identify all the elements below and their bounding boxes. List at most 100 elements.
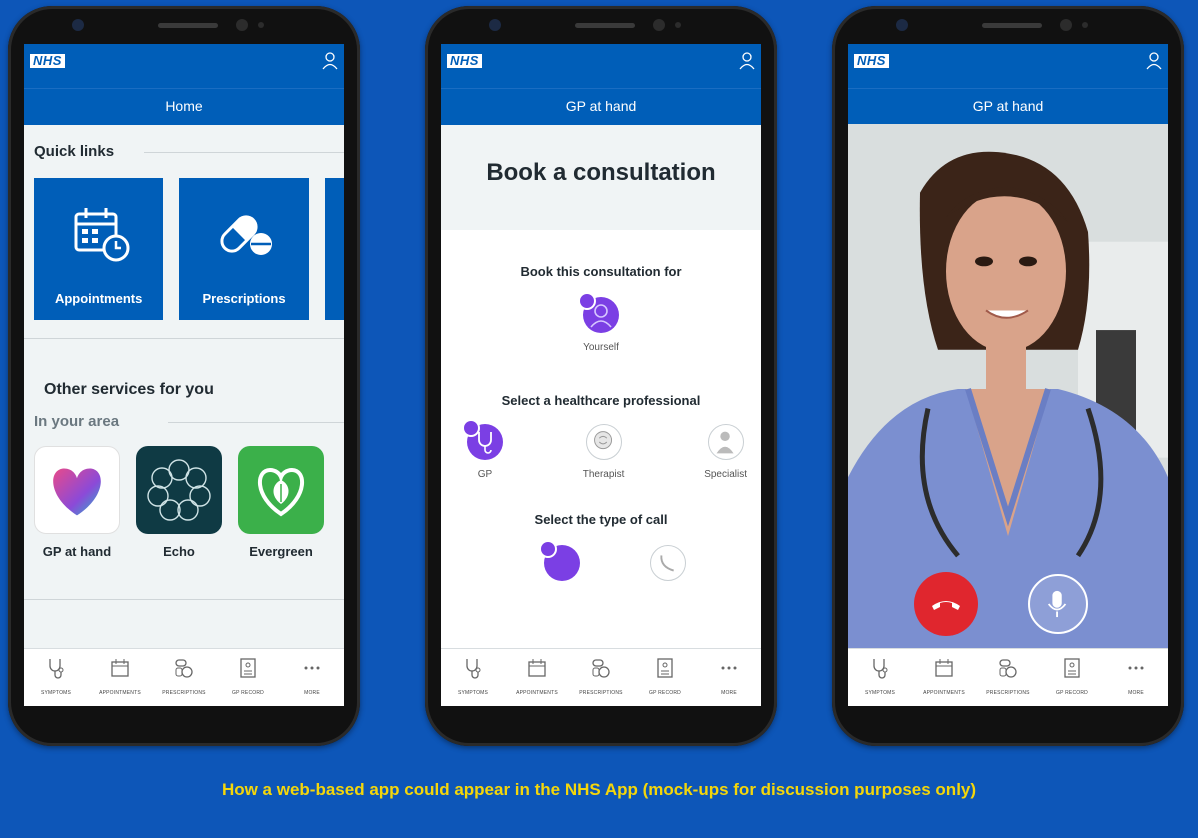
app-evergreen[interactable]: Evergreen — [238, 446, 324, 559]
nav-prescriptions[interactable]: PRESCRIPTIONS — [154, 657, 214, 696]
option-label: Specialist — [704, 469, 747, 480]
nav-more[interactable]: MORE — [1106, 657, 1166, 696]
pills-icon — [220, 215, 273, 255]
phone-icon — [660, 555, 674, 572]
phone-book-consultation: NHS GP at hand Book a consultation Book … — [425, 6, 777, 746]
app-label: GP at hand — [42, 544, 112, 559]
booking-card: Book this consultation for Yourself Sele… — [441, 230, 761, 648]
nav-prescriptions[interactable]: PRESCRIPTIONS — [571, 657, 631, 696]
more-quick-link-tile[interactable] — [324, 178, 344, 320]
nav-label: SYMPTOMS — [457, 690, 489, 696]
divider — [24, 599, 344, 600]
nav-gp-record[interactable]: GP RECORD — [218, 657, 278, 696]
nhs-logo: NHS — [854, 54, 889, 68]
bottom-nav: SYMPTOMS APPOINTMENTS PRESCRIPTIONS GP R… — [24, 648, 344, 706]
camera — [896, 19, 908, 31]
calendar-icon — [935, 659, 953, 677]
nav-more[interactable]: MORE — [699, 657, 759, 696]
end-call-button[interactable] — [914, 572, 978, 636]
nav-symptoms[interactable]: SYMPTOMS — [443, 657, 503, 696]
user-icon[interactable] — [1146, 52, 1162, 70]
gp-at-hand-logo — [34, 446, 120, 534]
nav-gp-record[interactable]: GP RECORD — [1042, 657, 1102, 696]
nav-appointments[interactable]: APPOINTMENTS — [507, 657, 567, 696]
nav-label: MORE — [721, 690, 737, 696]
prescriptions-tile[interactable]: Prescriptions — [179, 178, 309, 320]
phone-call-option[interactable] — [650, 545, 686, 581]
stethoscope-icon — [873, 659, 888, 679]
check-icon — [578, 292, 596, 310]
app-header: NHS — [441, 44, 761, 88]
brain-icon — [593, 431, 612, 450]
app-list: GP at hand Echo Evergreen — [34, 446, 344, 559]
echo-ring-icon — [147, 459, 211, 521]
appointments-tile[interactable]: Appointments — [34, 178, 164, 320]
nav-label: SYMPTOMS — [864, 690, 896, 696]
phone-home: NHS Home Quick links Appointments Prescr… — [8, 6, 360, 746]
option-label: Yourself — [583, 342, 619, 353]
video-call-option[interactable] — [539, 540, 580, 581]
more-icon — [721, 666, 737, 670]
nav-label: MORE — [1128, 690, 1144, 696]
bottom-nav: SYMPTOMS APPOINTMENTS PRESCRIPTIONS GP R… — [848, 648, 1168, 706]
nav-label: MORE — [304, 690, 320, 696]
option-gp[interactable]: GP — [462, 419, 503, 480]
pills-icon — [175, 659, 193, 678]
nav-symptoms[interactable]: SYMPTOMS — [850, 657, 910, 696]
page-title: GP at hand — [441, 88, 761, 125]
user-icon[interactable] — [739, 52, 755, 70]
screen: NHS GP at hand SYMPTOMS APPOINTMENTS PRE… — [848, 44, 1168, 706]
nav-label: PRESCRIPTIONS — [986, 690, 1030, 696]
quick-links-label: Quick links — [34, 143, 115, 160]
leaf-heart-icon — [257, 467, 305, 517]
nav-more[interactable]: MORE — [282, 657, 342, 696]
pills-icon — [999, 659, 1017, 678]
bottom-nav: SYMPTOMS APPOINTMENTS PRESCRIPTIONS GP R… — [441, 648, 761, 706]
option-specialist[interactable]: Specialist — [704, 424, 747, 480]
mute-button[interactable] — [1028, 574, 1088, 634]
option-yourself[interactable]: Yourself — [441, 292, 761, 353]
option-label: Therapist — [582, 469, 625, 480]
divider — [24, 338, 344, 339]
nav-label: APPOINTMENTS — [923, 690, 965, 696]
stethoscope-icon — [466, 659, 481, 679]
heart-icon — [53, 468, 101, 516]
nav-gp-record[interactable]: GP RECORD — [635, 657, 695, 696]
camera — [489, 19, 501, 31]
nav-label: PRESCRIPTIONS — [162, 690, 206, 696]
record-icon — [657, 658, 673, 678]
calendar-icon — [111, 659, 129, 677]
nav-appointments[interactable]: APPOINTMENTS — [914, 657, 974, 696]
option-therapist[interactable]: Therapist — [582, 424, 625, 480]
app-header: NHS — [848, 44, 1168, 88]
caption: How a web-based app could appear in the … — [221, 780, 977, 799]
sensor — [1060, 19, 1072, 31]
nav-label: APPOINTMENTS — [516, 690, 558, 696]
nav-prescriptions[interactable]: PRESCRIPTIONS — [978, 657, 1038, 696]
app-label: Echo — [163, 544, 195, 559]
nav-label: GP RECORD — [232, 690, 264, 696]
sensor — [653, 19, 665, 31]
record-icon — [1064, 658, 1080, 678]
nav-symptoms[interactable]: SYMPTOMS — [26, 657, 86, 696]
phone-top-bezel — [8, 6, 360, 44]
page-title: Home — [24, 88, 344, 125]
phone-top-bezel — [425, 6, 777, 44]
app-gp-at-hand[interactable]: GP at hand — [34, 446, 120, 559]
nav-appointments[interactable]: APPOINTMENTS — [90, 657, 150, 696]
user-icon[interactable] — [322, 52, 338, 70]
phone-top-bezel — [832, 6, 1184, 44]
record-icon — [240, 658, 256, 678]
video-feed — [848, 124, 1168, 648]
other-services-heading: Other services for you — [44, 381, 214, 398]
sensor — [675, 22, 681, 28]
nhs-logo: NHS — [30, 54, 65, 68]
screen: NHS GP at hand Book a consultation Book … — [441, 44, 761, 706]
page-title: GP at hand — [848, 88, 1168, 125]
app-echo[interactable]: Echo — [136, 446, 222, 559]
app-label: Evergreen — [249, 544, 313, 559]
call-type-label: Select the type of call — [534, 512, 668, 527]
yourself-avatar — [578, 292, 619, 333]
nhs-logo: NHS — [447, 54, 482, 68]
phone-video-call: NHS GP at hand SYMPTOMS APPOINTMENTS PRE… — [832, 6, 1184, 746]
